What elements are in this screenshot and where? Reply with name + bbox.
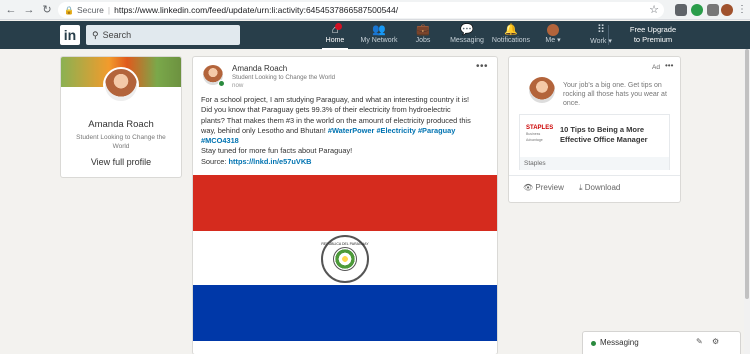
seal-text: REPUBLICA DEL PARAGUAY	[321, 242, 369, 246]
download-label: Download	[584, 183, 621, 192]
profile-avatar[interactable]	[103, 67, 139, 103]
nav-jobs[interactable]: 💼 Jobs	[412, 23, 434, 49]
network-icon: 👥	[372, 24, 386, 36]
extension-green-icon[interactable]	[691, 4, 703, 16]
extension-camera-icon[interactable]	[707, 4, 719, 16]
view-full-profile-link[interactable]: View full profile	[61, 157, 181, 167]
address-bar[interactable]: 🔒 Secure | https://www.linkedin.com/feed…	[58, 2, 664, 18]
nav-messaging-label: Messaging	[450, 37, 484, 44]
nav-notifications[interactable]: 🔔 Notifications	[491, 23, 531, 49]
ad-more-options-icon[interactable]: •••	[665, 61, 673, 70]
eye-icon: 👁	[523, 183, 534, 192]
nav-home[interactable]: ⌂ Home	[322, 23, 348, 50]
nav-me-label: Me ▾	[545, 37, 561, 44]
hashtags[interactable]: #WaterPower #Electricity #Paraguay	[328, 126, 455, 135]
profile-avatar-icon[interactable]	[721, 4, 733, 16]
extension-icon[interactable]	[675, 4, 687, 16]
ad-actions: 👁 Preview ⤓ Download	[509, 175, 680, 202]
gear-icon[interactable]: ⚙	[712, 337, 719, 346]
lock-icon: 🔒	[64, 5, 74, 15]
post-more-options-icon[interactable]: •••	[476, 61, 488, 72]
browser-menu-icon[interactable]: ⋮	[737, 4, 747, 16]
flag-white-stripe: REPUBLICA DEL PARAGUAY	[193, 231, 497, 285]
briefcase-icon: 💼	[416, 24, 430, 36]
ad-title[interactable]: 10 Tips to Being a More Effective Office…	[560, 125, 668, 144]
chat-icon: 💬	[460, 24, 474, 36]
nav-messaging[interactable]: 💬 Messaging	[449, 23, 485, 49]
ad-avatar	[529, 77, 555, 103]
post-source: Source: https://lnkd.in/e57uVKB	[201, 156, 312, 166]
linkedin-header: in ⚲ Search ⌂ Home 👥 My Network 💼 Jobs 💬…	[0, 21, 750, 50]
post-line: Did you know that Paraguay gets 99.3% of…	[201, 105, 451, 115]
paraguay-seal-icon: REPUBLICA DEL PARAGUAY	[321, 235, 369, 283]
nav-me[interactable]: Me ▾	[543, 23, 563, 49]
ad-copy: Your job's a big one. Get tips on rockin…	[563, 82, 667, 107]
ad-source: Staples	[520, 157, 669, 170]
premium-upgrade-link[interactable]: Free Upgrade to Premium	[620, 25, 686, 45]
search-placeholder: Search	[102, 30, 132, 40]
post-line: way, behind only Lesotho and Bhutan! #Wa…	[201, 125, 456, 135]
staples-logo: STAPLES Business Advantage	[526, 125, 556, 143]
bell-icon: 🔔	[504, 24, 518, 36]
nav-work[interactable]: ⠿ Work ▾	[588, 23, 614, 49]
upgrade-line-2: to Premium	[633, 35, 673, 44]
nav-my-network-label: My Network	[360, 37, 398, 44]
online-status-indicator	[218, 80, 225, 87]
post-body: For a school project, I am studying Para…	[201, 95, 493, 167]
search-input[interactable]: ⚲ Search	[86, 25, 240, 45]
post-line: #MCO4318	[201, 136, 493, 146]
feed-post: Amanda Roach Student Looking to Change t…	[193, 57, 497, 354]
post-line: plants? That makes them #3 in the world …	[201, 115, 471, 125]
browser-toolbar: ← → ↻ 🔒 Secure | https://www.linkedin.co…	[0, 0, 750, 20]
profile-card: Amanda Roach Student Looking to Change t…	[61, 57, 181, 177]
compose-icon[interactable]: ✎	[696, 337, 703, 346]
preview-label: Preview	[535, 183, 564, 192]
post-line: Stay tuned for more fun facts about Para…	[201, 146, 353, 156]
scrollbar-thumb[interactable]	[745, 49, 749, 299]
ad-link-preview[interactable]: STAPLES Business Advantage 10 Tips to Be…	[519, 114, 670, 170]
profile-headline: Student Looking to Change the World	[76, 134, 166, 150]
download-icon: ⤓	[579, 183, 583, 192]
seal-emblem	[333, 247, 357, 271]
back-icon[interactable]: ←	[4, 3, 18, 17]
staples-logo-sub: Business Advantage	[526, 132, 543, 142]
profile-name[interactable]: Amanda Roach	[61, 119, 181, 130]
preview-button[interactable]: 👁 Preview	[523, 183, 564, 192]
page-scrollbar[interactable]	[744, 49, 750, 354]
flag-red-stripe	[193, 175, 497, 231]
online-status-indicator	[591, 341, 596, 346]
forward-icon[interactable]: →	[22, 3, 36, 17]
flag-blue-stripe	[193, 285, 497, 341]
post-timestamp: now	[232, 82, 244, 89]
linkedin-logo-icon[interactable]: in	[60, 25, 80, 45]
url-text: https://www.linkedin.com/feed/update/urn…	[114, 5, 399, 15]
grid-icon: ⠿	[596, 24, 606, 36]
ad-card: Ad ••• Your job's a big one. Get tips on…	[509, 57, 680, 202]
address-separator: |	[107, 5, 111, 15]
post-author-name[interactable]: Amanda Roach	[232, 64, 287, 73]
nav-home-label: Home	[325, 37, 345, 44]
post-line: For a school project, I am studying Para…	[201, 95, 470, 104]
bookmark-star-icon[interactable]: ☆	[649, 3, 659, 16]
upgrade-line-1: Free Upgrade	[629, 25, 677, 34]
notification-badge	[335, 23, 342, 30]
download-button[interactable]: ⤓ Download	[579, 183, 620, 193]
ad-label: Ad	[652, 64, 660, 71]
search-icon: ⚲	[92, 29, 99, 40]
secure-label: Secure	[76, 5, 104, 15]
hashtag-mco[interactable]: #MCO4318	[201, 136, 239, 145]
nav-notifications-label: Notifications	[491, 37, 531, 44]
nav-my-network[interactable]: 👥 My Network	[358, 23, 400, 49]
source-link[interactable]: https://lnkd.in/e57uVKB	[229, 157, 312, 166]
paraguay-flag-image[interactable]: REPUBLICA DEL PARAGUAY	[193, 175, 497, 341]
reload-icon[interactable]: ↻	[40, 3, 54, 17]
messaging-label: Messaging	[600, 338, 639, 347]
nav-jobs-label: Jobs	[415, 37, 431, 44]
post-author-headline: Student Looking to Change the World	[232, 74, 336, 81]
avatar-icon	[547, 24, 559, 36]
messaging-bar[interactable]: Messaging ✎ ⚙	[583, 332, 740, 354]
nav-work-label: Work ▾	[590, 38, 612, 45]
